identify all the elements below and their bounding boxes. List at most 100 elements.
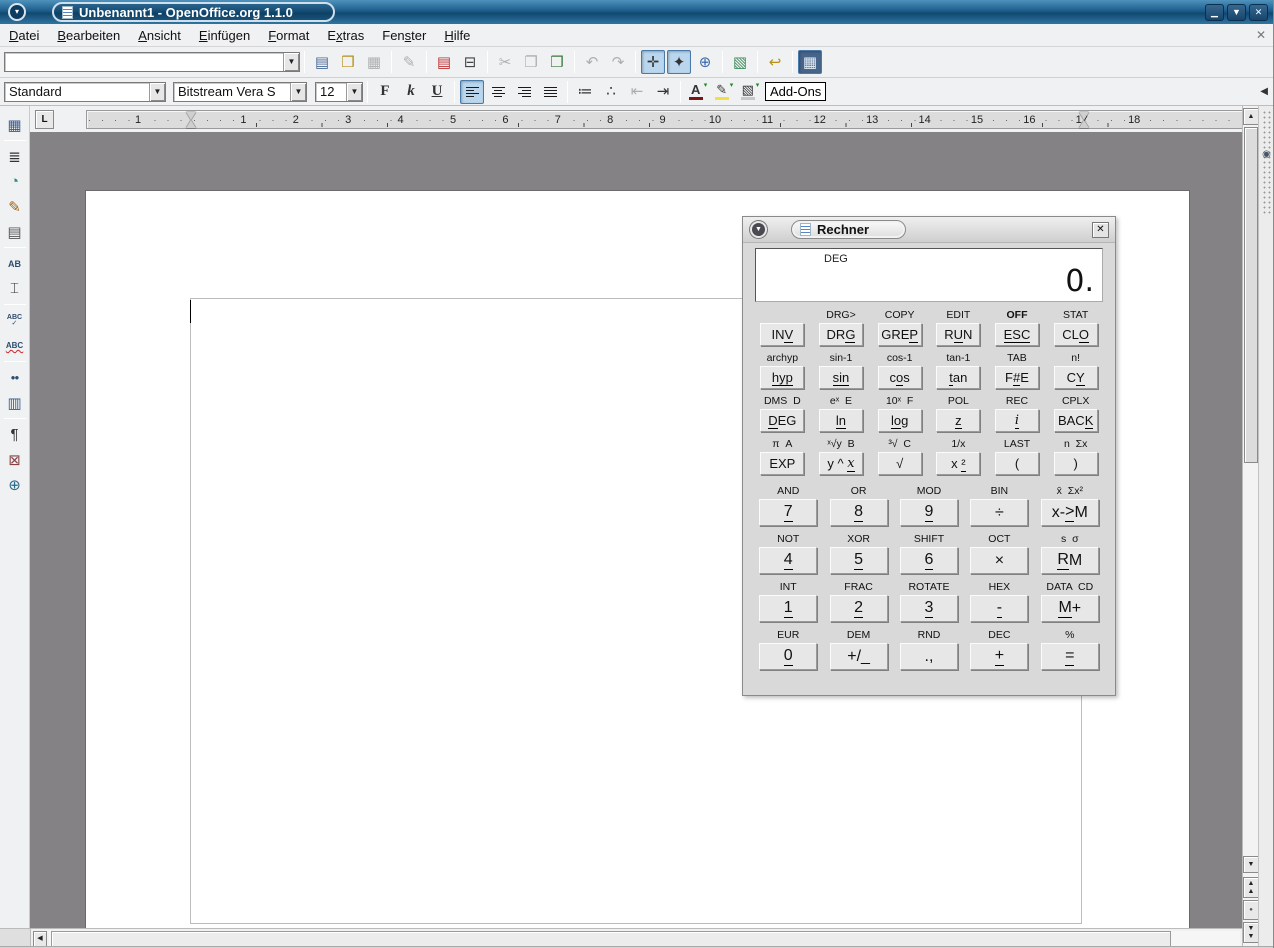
size-dropdown-icon[interactable]: ▼	[346, 83, 362, 101]
draw-functions-icon[interactable]: ✎	[2, 194, 28, 219]
key-log[interactable]: log	[878, 409, 922, 432]
key-6[interactable]: 6	[900, 547, 958, 574]
key-z[interactable]: z	[936, 409, 980, 432]
calculator-menu-button[interactable]: ▼	[750, 221, 767, 238]
font-size-value[interactable]: 12	[316, 84, 346, 99]
previous-page-button[interactable]: ▲ ▲	[1243, 877, 1259, 898]
direct-cursor-icon[interactable]: ⌶	[2, 276, 28, 301]
menu-bearbeiten[interactable]: Bearbeiten	[48, 26, 129, 45]
form-functions-icon[interactable]: ▤	[2, 219, 28, 244]
key-x-m[interactable]: x->M	[1041, 499, 1099, 526]
key-yx[interactable]: y ^ x	[819, 452, 863, 475]
scroll-up-icon[interactable]: ▲	[1243, 108, 1259, 125]
key-5[interactable]: 5	[830, 547, 888, 574]
hyperlink-dialog-icon[interactable]: ⊕	[693, 50, 717, 74]
tab-stop-type-selector[interactable]: L	[35, 110, 54, 129]
key-9[interactable]: 9	[900, 499, 958, 526]
key-blank[interactable]: (	[995, 452, 1039, 475]
underline-button[interactable]: U	[425, 80, 449, 104]
url-dropdown-icon[interactable]: ▼	[283, 53, 299, 71]
menu-einfgen[interactable]: Einfügen	[190, 26, 259, 45]
menu-format[interactable]: Format	[259, 26, 318, 45]
menu-extras[interactable]: Extras	[318, 26, 373, 45]
key-blank[interactable]: ×	[970, 547, 1028, 574]
bold-button[interactable]: F	[373, 80, 397, 104]
nonprinting-characters-icon[interactable]: ¶	[2, 422, 28, 447]
key-3[interactable]: 3	[900, 595, 958, 622]
bullet-list-icon[interactable]: ∴	[599, 80, 623, 104]
key-exp[interactable]: EXP	[760, 452, 804, 475]
url-combobox[interactable]: ▼	[4, 52, 300, 72]
key-inv[interactable]: INV	[760, 323, 804, 346]
key-0[interactable]: 0	[759, 643, 817, 670]
increase-indent-icon[interactable]: ⇥	[651, 80, 675, 104]
toolbar-grip[interactable]	[1262, 110, 1272, 215]
paragraph-style-combobox[interactable]: Standard ▼	[4, 82, 166, 102]
key-drg[interactable]: DRG	[819, 323, 863, 346]
calculator-addon-icon[interactable]: ▦	[798, 50, 822, 74]
highlighting-icon[interactable]: ✎▾	[712, 80, 736, 104]
key-back[interactable]: BACK	[1054, 409, 1098, 432]
horizontal-scrollbar[interactable]: ◀	[0, 928, 1242, 948]
paste-icon[interactable]: ❒	[545, 50, 569, 74]
vertical-scrollbar[interactable]: ▲ ▼ ▲ ▲ ● ▼ ▼	[1242, 106, 1258, 946]
addons-label[interactable]: Add-Ons	[765, 82, 826, 101]
minimize-button[interactable]: ▁	[1205, 4, 1224, 21]
paragraph-background-icon[interactable]: ▧▾	[738, 80, 762, 104]
key-esc[interactable]: ESC	[995, 323, 1039, 346]
open-document-icon[interactable]: ❒	[336, 50, 360, 74]
key--[interactable]: -	[970, 595, 1028, 622]
close-document-icon[interactable]: ✕	[1256, 28, 1266, 42]
maximize-button[interactable]: ▼	[1227, 4, 1246, 21]
key-7[interactable]: 7	[759, 499, 817, 526]
key-hyp[interactable]: hyp	[760, 366, 804, 389]
new-document-icon[interactable]: ▤	[310, 50, 334, 74]
window-menu-button[interactable]: ▾	[8, 3, 26, 21]
menu-fenster[interactable]: Fenster	[373, 26, 435, 45]
gallery-icon[interactable]: ▧	[728, 50, 752, 74]
key-clo[interactable]: CLO	[1054, 323, 1098, 346]
key-run[interactable]: RUN	[936, 323, 980, 346]
scroll-left-icon[interactable]: ◀	[33, 931, 47, 947]
docked-toolbar-icon[interactable]: ◉	[1260, 148, 1273, 161]
align-right-icon[interactable]	[512, 80, 536, 104]
key-x[interactable]: x ²	[936, 452, 980, 475]
key-4[interactable]: 4	[759, 547, 817, 574]
key-blank[interactable]: )	[1054, 452, 1098, 475]
key-cos[interactable]: cos	[878, 366, 922, 389]
key-+[interactable]: +	[970, 643, 1028, 670]
vertical-scrollbar-thumb[interactable]	[1244, 127, 1258, 463]
key-8[interactable]: 8	[830, 499, 888, 526]
graphics-on-off-icon[interactable]: ⊠	[2, 447, 28, 472]
toolbar-overflow-icon[interactable]: ◀	[1260, 86, 1268, 97]
key-ln[interactable]: ln	[819, 409, 863, 432]
menu-datei[interactable]: Datei	[0, 26, 48, 45]
horizontal-ruler[interactable]: 1 123456789101112131415161718	[86, 110, 1244, 129]
insert-objects-icon[interactable]: ◔	[2, 169, 28, 194]
style-dropdown-icon[interactable]: ▼	[149, 83, 165, 101]
key-+/[interactable]: +/_	[830, 643, 888, 670]
calculator-close-button[interactable]: ✕	[1092, 222, 1109, 238]
paragraph-style-value[interactable]: Standard	[5, 84, 149, 99]
spellcheck-icon[interactable]: ABC ✓	[2, 308, 28, 333]
export-pdf-icon[interactable]: ▤	[432, 50, 456, 74]
highlighting-dropdown-icon[interactable]: ▾	[730, 81, 734, 89]
font-size-combobox[interactable]: 12 ▼	[315, 82, 363, 102]
align-left-icon[interactable]	[460, 80, 484, 104]
menu-hilfe[interactable]: Hilfe	[435, 26, 479, 45]
scroll-down-icon[interactable]: ▼	[1243, 856, 1259, 873]
find-replace-icon[interactable]: ●●	[2, 365, 28, 390]
key-fe[interactable]: F#E	[995, 366, 1039, 389]
horizontal-scrollbar-thumb[interactable]	[51, 931, 1171, 947]
autotext-icon[interactable]: AB	[2, 251, 28, 276]
align-justify-icon[interactable]	[538, 80, 562, 104]
paragraph-background-dropdown-icon[interactable]: ▾	[756, 81, 760, 89]
key-rm[interactable]: RM	[1041, 547, 1099, 574]
next-page-button[interactable]: ▼ ▼	[1243, 922, 1259, 943]
italic-button[interactable]: k	[399, 80, 423, 104]
font-name-value[interactable]: Bitstream Vera S	[174, 84, 290, 99]
horizontal-scrollbar-track[interactable]	[49, 931, 1240, 947]
insert-table-icon[interactable]: ▦	[2, 112, 28, 137]
online-layout-icon[interactable]: ⊕	[2, 472, 28, 497]
key-i[interactable]: i	[995, 409, 1039, 432]
